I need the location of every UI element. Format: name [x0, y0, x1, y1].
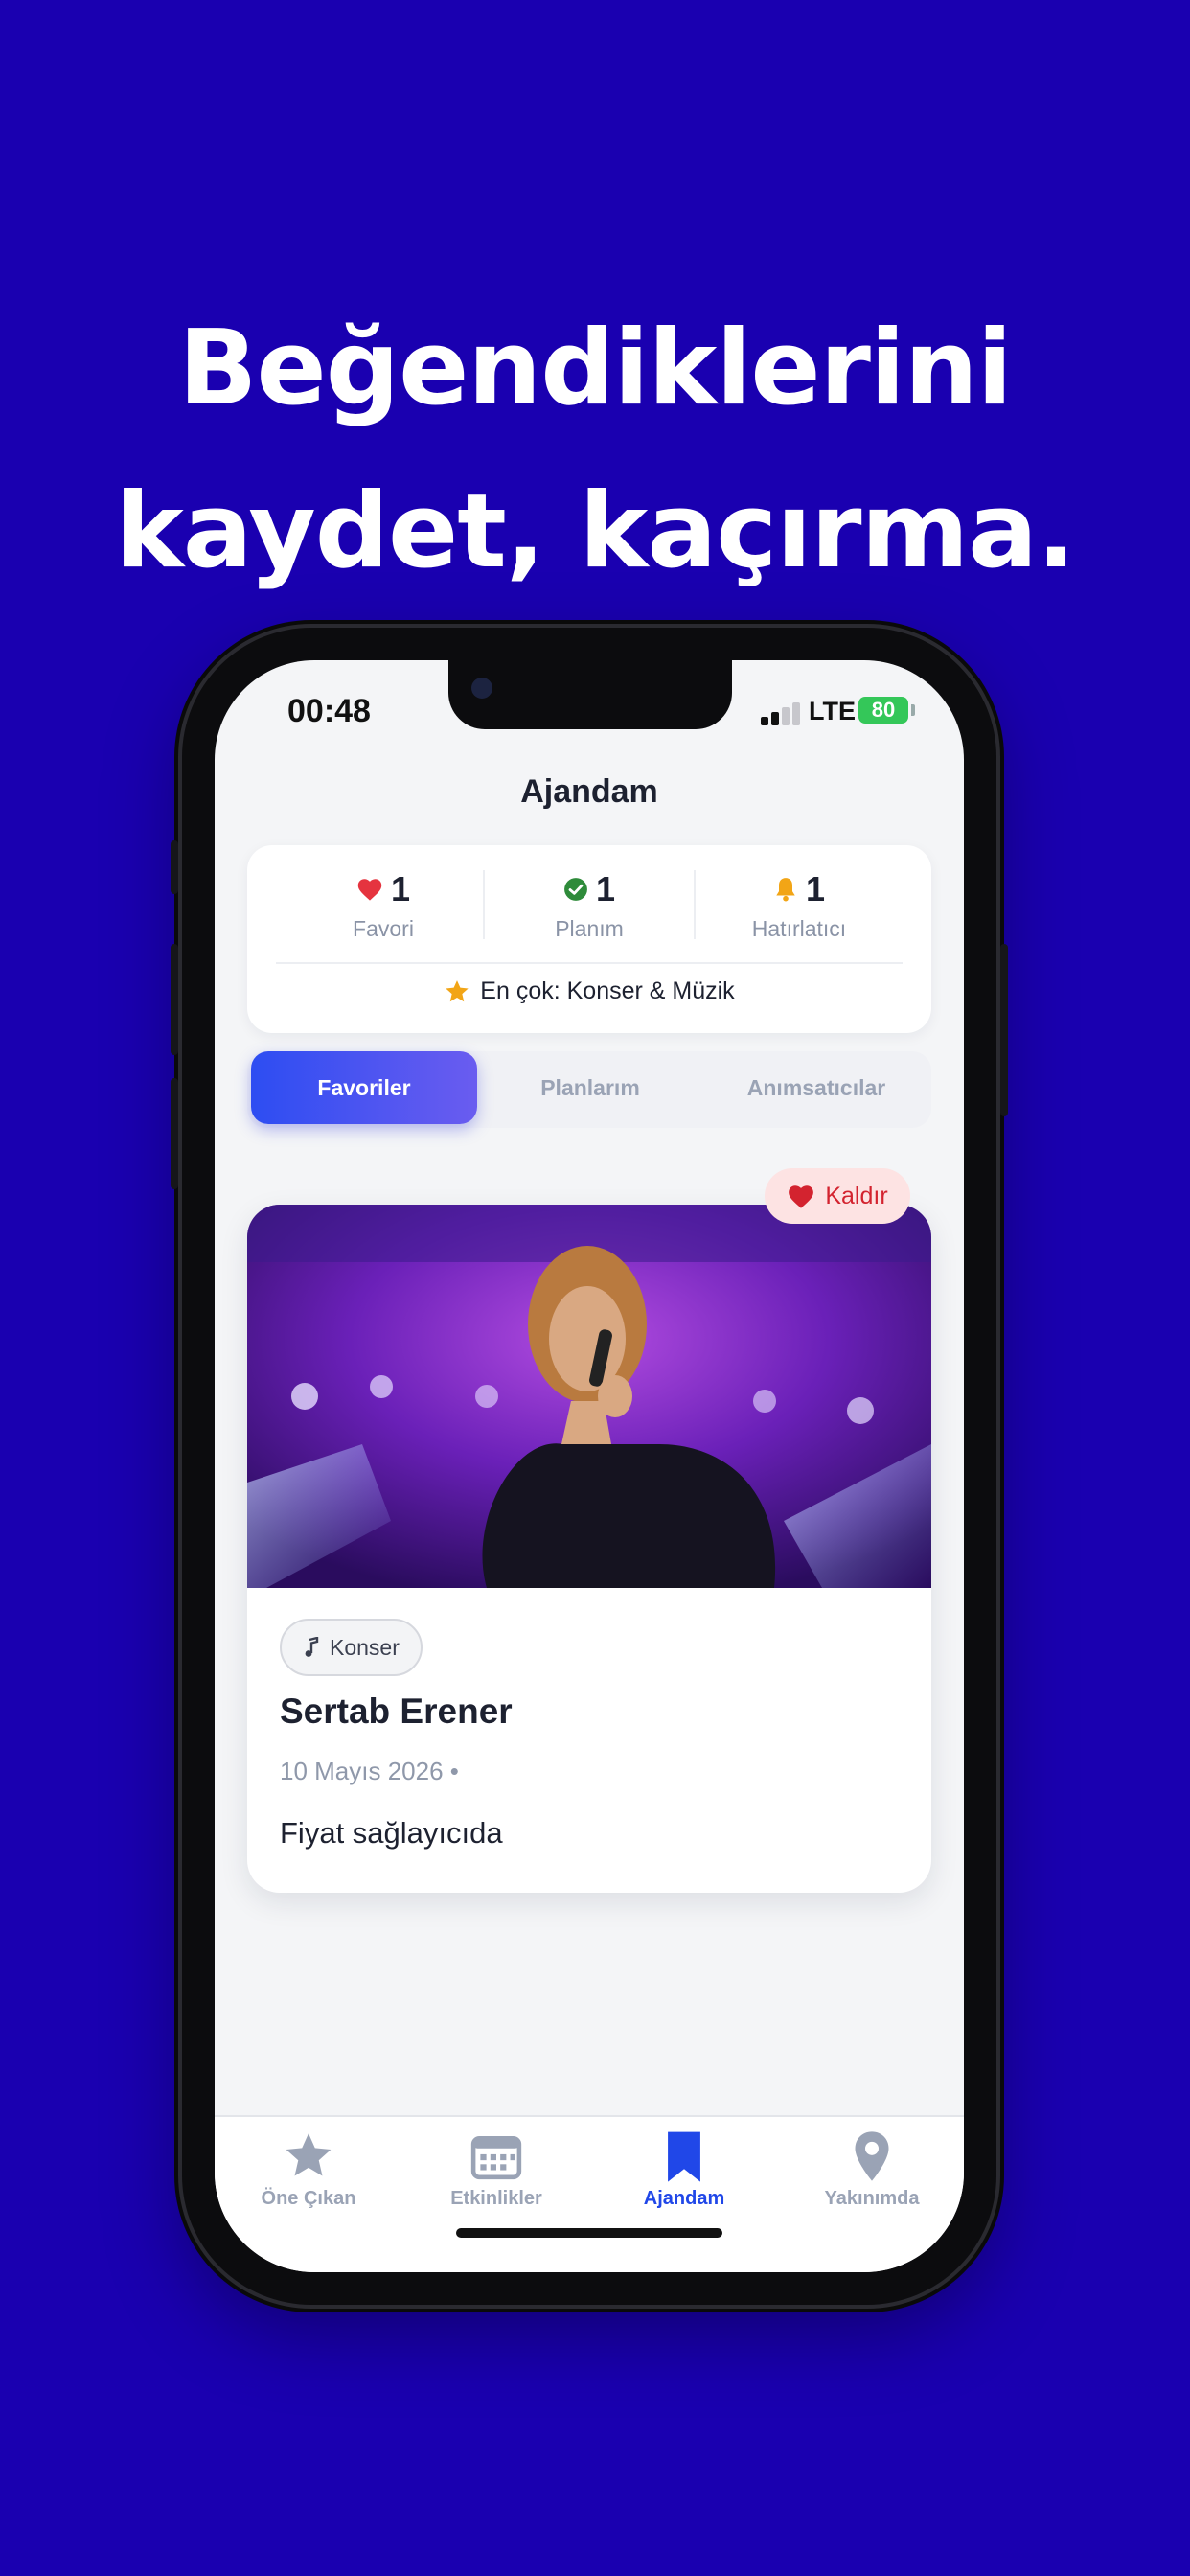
- network-type: LTE: [809, 697, 856, 725]
- mute-switch: [171, 840, 178, 894]
- music-note-icon: [305, 1637, 319, 1657]
- power-button: [1000, 944, 1008, 1116]
- tab-favorites[interactable]: Favoriler: [251, 1051, 477, 1124]
- battery-tip: [911, 704, 915, 716]
- divider: [483, 870, 485, 939]
- bell-icon: [776, 878, 795, 902]
- status-bar: 00:48 LTE 80: [215, 689, 964, 737]
- tab-reminders[interactable]: Anımsatıcılar: [703, 1051, 929, 1124]
- bookmark-icon: [668, 2131, 700, 2182]
- bottom-tab-bar: Öne Çıkan Etkinlikler Ajandam Yakınımda: [215, 2115, 964, 2272]
- volume-up-button: [171, 944, 178, 1055]
- phone-screen: 00:48 LTE 80 Ajandam 1 Favori 1 Planım 1…: [215, 660, 964, 2272]
- page-title: Ajandam: [520, 773, 658, 810]
- heart-icon: [357, 879, 382, 901]
- headline-line-2: kaydet, kaçırma.: [114, 472, 1076, 591]
- nav-nearby-label: Yakınımda: [824, 2188, 920, 2209]
- divider: [694, 870, 696, 939]
- star-icon: [286, 2133, 332, 2176]
- nav-featured[interactable]: Öne Çıkan: [215, 2127, 402, 2210]
- phone-frame: 00:48 LTE 80 Ajandam 1 Favori 1 Planım 1…: [171, 628, 1008, 2305]
- event-price: Fiyat sağlayıcıda: [280, 1816, 503, 1850]
- nav-agenda[interactable]: Ajandam: [590, 2127, 778, 2210]
- nav-agenda-label: Ajandam: [643, 2188, 725, 2209]
- reminders-count: 1: [805, 869, 826, 908]
- volume-down-button: [171, 1078, 178, 1189]
- stat-plans[interactable]: 1 Planım: [493, 868, 685, 942]
- headline-line-1: Beğendiklerini: [178, 309, 1013, 428]
- category-chip-label: Konser: [330, 1634, 400, 1660]
- remove-favorite-button[interactable]: Kaldır: [765, 1168, 910, 1224]
- segment-tabs: Favoriler Planlarım Anımsatıcılar: [247, 1051, 931, 1128]
- divider: [276, 962, 903, 964]
- battery-icon: 80: [858, 697, 908, 724]
- nav-events[interactable]: Etkinlikler: [402, 2127, 590, 2210]
- home-indicator[interactable]: [456, 2228, 722, 2238]
- location-pin-icon: [855, 2131, 889, 2181]
- headline: Beğendiklerini kaydet, kaçırma.: [0, 288, 1190, 613]
- heart-icon: [789, 1184, 814, 1208]
- most-category-text: En çok: Konser & Müzik: [480, 978, 735, 1004]
- plans-count: 1: [595, 869, 616, 908]
- event-card[interactable]: Konser Sertab Erener 10 Mayıs 2026 • Fiy…: [247, 1205, 931, 1893]
- plans-label: Planım: [555, 916, 624, 941]
- favorites-count: 1: [390, 869, 411, 908]
- tab-plans[interactable]: Planlarım: [477, 1051, 703, 1124]
- stat-favorites[interactable]: 1 Favori: [287, 868, 479, 942]
- most-category: En çok: Konser & Müzik: [247, 978, 931, 1005]
- event-photo: [247, 1205, 931, 1588]
- star-icon: [446, 979, 469, 1001]
- status-time: 00:48: [287, 693, 371, 729]
- nav-nearby[interactable]: Yakınımda: [778, 2127, 964, 2210]
- nav-featured-label: Öne Çıkan: [261, 2188, 356, 2209]
- nav-events-label: Etkinlikler: [450, 2188, 542, 2209]
- reminders-label: Hatırlatıcı: [751, 916, 847, 941]
- signal-icon: [761, 701, 803, 725]
- stats-card: 1 Favori 1 Planım 1 Hatırlatıcı En çok: …: [247, 845, 931, 1033]
- stat-reminders[interactable]: 1 Hatırlatıcı: [703, 868, 895, 942]
- favorites-label: Favori: [353, 916, 414, 941]
- category-chip[interactable]: Konser: [280, 1619, 423, 1676]
- event-date: 10 Mayıs 2026 •: [280, 1757, 459, 1785]
- event-title: Sertab Erener: [280, 1691, 513, 1731]
- remove-favorite-label: Kaldır: [825, 1182, 888, 1209]
- calendar-icon: [470, 2136, 522, 2180]
- check-circle-icon: [564, 878, 587, 901]
